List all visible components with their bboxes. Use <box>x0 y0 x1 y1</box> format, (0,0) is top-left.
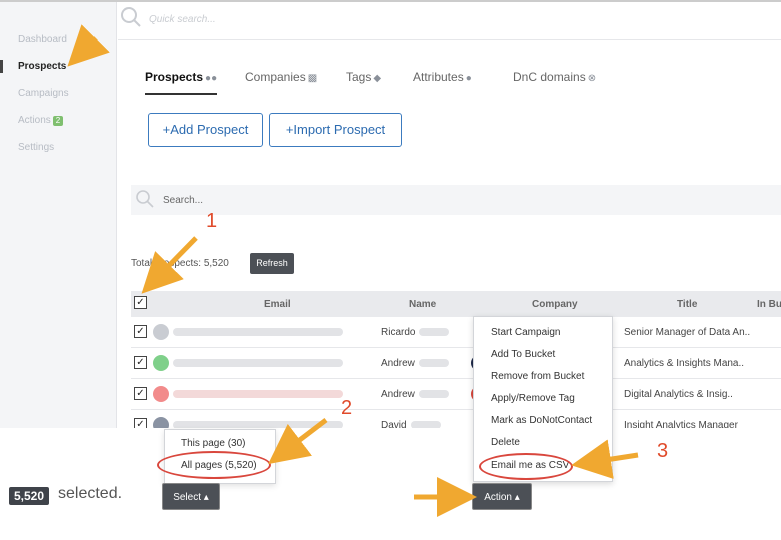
arrow-icon <box>571 439 639 479</box>
step-number-2: 2 <box>341 397 353 419</box>
arrow-icon <box>67 24 110 67</box>
step-number-1: 1 <box>206 210 218 232</box>
arrow-icon <box>268 418 328 465</box>
step-number-3: 3 <box>657 440 669 462</box>
arrow-icon <box>141 236 198 294</box>
